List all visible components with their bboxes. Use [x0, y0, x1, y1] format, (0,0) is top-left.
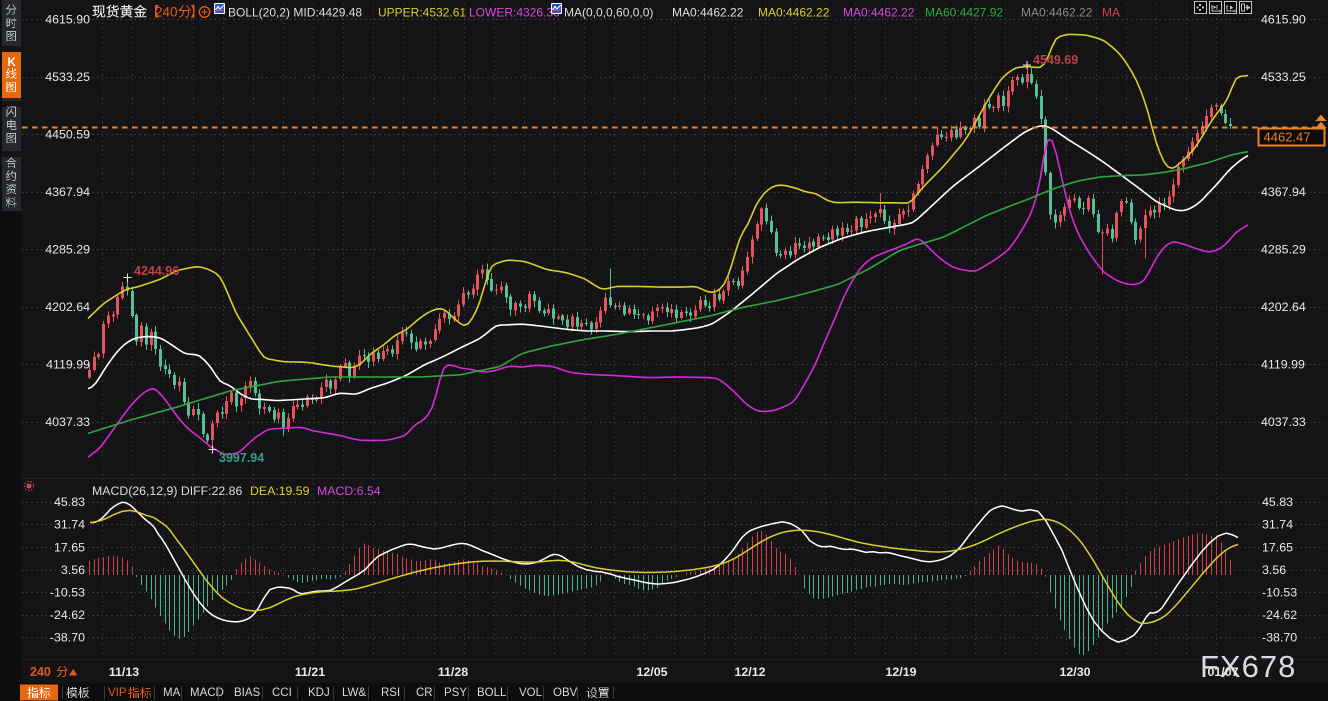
- svg-text:4119.99: 4119.99: [46, 358, 90, 372]
- svg-text:BIAS: BIAS: [234, 687, 261, 699]
- svg-text:4549.69: 4549.69: [1033, 53, 1078, 67]
- svg-text:BOLL(20,2) MID:4429.48: BOLL(20,2) MID:4429.48: [228, 6, 362, 20]
- svg-text:4462.47: 4462.47: [1264, 130, 1311, 145]
- svg-text:BOLL: BOLL: [477, 687, 507, 699]
- svg-text:MACD(26,12,9) DIFF:22.86: MACD(26,12,9) DIFF:22.86: [92, 484, 243, 498]
- svg-text:VIP: VIP: [108, 687, 127, 699]
- svg-text:12/12: 12/12: [734, 665, 765, 679]
- svg-text:17.65: 17.65: [54, 540, 85, 554]
- svg-text:31.74: 31.74: [1262, 518, 1293, 532]
- svg-text:4119.99: 4119.99: [1261, 358, 1305, 372]
- svg-text:4367.94: 4367.94: [1261, 185, 1306, 199]
- svg-text:4615.90: 4615.90: [1261, 12, 1306, 26]
- svg-text:LW&: LW&: [342, 687, 366, 699]
- svg-text:MA60:4427.92: MA60:4427.92: [925, 6, 1003, 20]
- svg-text:UPPER:4532.61: UPPER:4532.61: [378, 6, 466, 20]
- svg-text:4533.25: 4533.25: [1261, 70, 1306, 84]
- svg-text:4202.64: 4202.64: [45, 300, 90, 314]
- svg-text:4533.25: 4533.25: [45, 70, 90, 84]
- svg-text:MA0:4462.22: MA0:4462.22: [672, 6, 744, 20]
- svg-text:KDJ: KDJ: [308, 687, 330, 699]
- svg-text:-24.62: -24.62: [1262, 608, 1297, 622]
- svg-text:RSI: RSI: [381, 687, 400, 699]
- svg-text:MA(0,0,0,60,0,0): MA(0,0,0,60,0,0): [564, 6, 653, 20]
- svg-text:17.65: 17.65: [1262, 540, 1293, 554]
- svg-text:11/13: 11/13: [109, 665, 139, 679]
- svg-text:01/07: 01/07: [1207, 665, 1238, 679]
- svg-text:4367.94: 4367.94: [45, 185, 90, 199]
- svg-text:MA0:4462.22: MA0:4462.22: [1021, 6, 1093, 20]
- svg-text:12/05: 12/05: [636, 665, 667, 679]
- svg-text:OBV: OBV: [553, 687, 578, 699]
- svg-text:4244.96: 4244.96: [134, 264, 179, 278]
- svg-text:45.83: 45.83: [1262, 495, 1293, 509]
- svg-text:PSY: PSY: [444, 687, 467, 699]
- svg-text:DEA:19.59: DEA:19.59: [250, 484, 310, 498]
- svg-text:LOWER:4326.36: LOWER:4326.36: [469, 6, 560, 20]
- svg-text:240: 240: [30, 665, 51, 679]
- svg-text:4450.59: 4450.59: [45, 127, 90, 141]
- svg-text:4615.90: 4615.90: [45, 12, 90, 26]
- svg-text:MA: MA: [1102, 6, 1120, 20]
- svg-text:CCI: CCI: [272, 687, 292, 699]
- svg-text:240: 240: [155, 5, 178, 20]
- svg-text:4037.33: 4037.33: [1261, 415, 1306, 429]
- svg-text:11/28: 11/28: [438, 665, 468, 679]
- svg-text:3.56: 3.56: [61, 563, 85, 577]
- svg-text:-38.70: -38.70: [50, 631, 85, 645]
- svg-text:MA0:4462.22: MA0:4462.22: [758, 6, 830, 20]
- svg-text:12/30: 12/30: [1059, 665, 1090, 679]
- svg-text:CR: CR: [416, 687, 433, 699]
- svg-text:4285.29: 4285.29: [1261, 243, 1306, 257]
- svg-text:12/19: 12/19: [885, 665, 916, 679]
- svg-text:-24.62: -24.62: [50, 608, 85, 622]
- svg-text:MA: MA: [163, 687, 181, 699]
- svg-text:3997.94: 3997.94: [219, 451, 264, 465]
- svg-text:3.56: 3.56: [1262, 563, 1286, 577]
- svg-text:4202.64: 4202.64: [1261, 300, 1306, 314]
- svg-text:MA0:4462.22: MA0:4462.22: [843, 6, 915, 20]
- svg-text:-10.53: -10.53: [1262, 585, 1297, 599]
- svg-text:K: K: [8, 57, 17, 69]
- svg-text:4037.33: 4037.33: [45, 415, 90, 429]
- svg-text:45.83: 45.83: [54, 495, 85, 509]
- svg-text:31.74: 31.74: [54, 518, 85, 532]
- svg-text:VOL: VOL: [519, 687, 543, 699]
- svg-text:-38.70: -38.70: [1262, 631, 1297, 645]
- svg-text:MACD:6.54: MACD:6.54: [317, 484, 381, 498]
- svg-text:4285.29: 4285.29: [45, 243, 90, 257]
- svg-text:-10.53: -10.53: [50, 585, 85, 599]
- svg-text:11/21: 11/21: [295, 665, 325, 679]
